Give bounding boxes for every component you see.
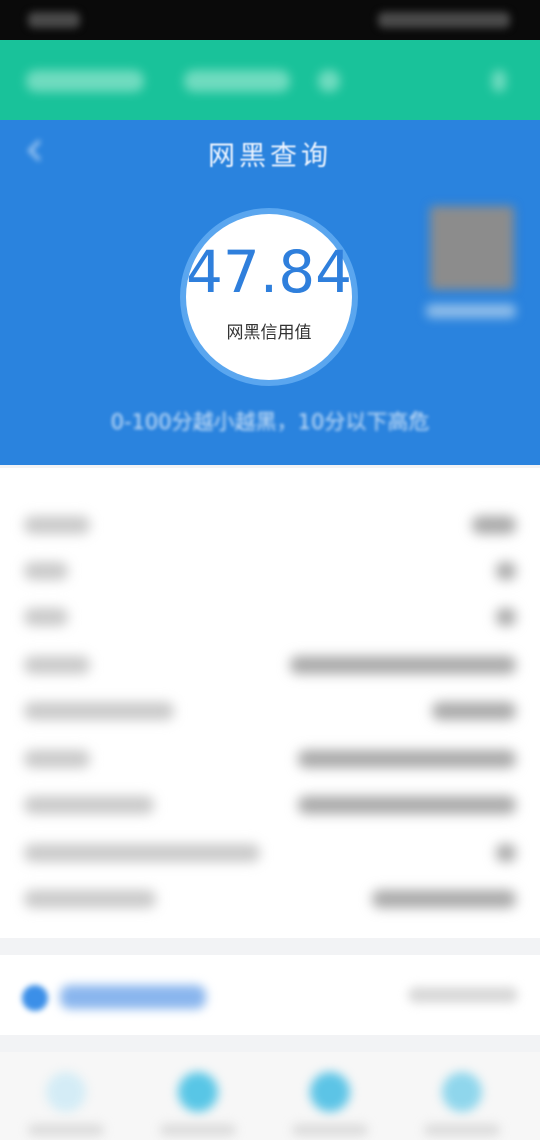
info-key — [24, 516, 90, 534]
info-key — [24, 562, 68, 580]
tab-icon — [310, 1072, 350, 1112]
info-key — [24, 890, 156, 908]
info-value — [372, 890, 516, 908]
page-title: 网黑查询 — [208, 141, 332, 172]
tab-label — [424, 1124, 500, 1136]
status-bar — [0, 0, 540, 40]
info-value — [496, 844, 516, 862]
info-row — [0, 548, 540, 594]
tab-label — [160, 1124, 236, 1136]
info-value — [496, 562, 516, 580]
info-key — [24, 608, 68, 626]
section-more-link[interactable] — [408, 987, 518, 1003]
section-title — [60, 985, 206, 1009]
info-row — [0, 688, 540, 734]
info-key — [24, 796, 154, 814]
tab-strip-item[interactable] — [492, 70, 506, 92]
qr-code-icon[interactable] — [430, 206, 514, 290]
tab-strip-item[interactable] — [184, 70, 290, 92]
info-row — [0, 782, 540, 828]
info-value — [432, 702, 516, 720]
credit-score-value: 47.84 — [186, 238, 353, 306]
credit-score-label: 网黑信用值 — [226, 323, 312, 343]
bottom-tab[interactable] — [270, 1066, 390, 1136]
info-row — [0, 736, 540, 782]
info-key — [24, 702, 174, 720]
info-row — [0, 502, 540, 548]
info-key — [24, 750, 90, 768]
status-time — [28, 12, 80, 28]
bottom-tab[interactable] — [138, 1066, 258, 1136]
app-tab-strip — [0, 40, 540, 120]
tab-icon — [178, 1072, 218, 1112]
score-hint: 0-100分越小越黑，10分以下高危 — [110, 410, 430, 434]
info-value — [298, 750, 516, 768]
bottom-tab[interactable] — [402, 1066, 522, 1136]
qr-code-caption — [426, 304, 516, 318]
result-header: 网黑查询 47.84 网黑信用值 0-100分越小越黑，10分以下高危 — [0, 120, 540, 465]
info-row — [0, 830, 540, 876]
tab-icon — [46, 1072, 86, 1112]
info-value — [298, 796, 516, 814]
tab-strip-item[interactable] — [26, 70, 144, 92]
info-row — [0, 876, 540, 922]
bottom-tab[interactable] — [6, 1066, 126, 1136]
section-header — [0, 955, 540, 1035]
status-icons — [378, 12, 510, 28]
info-value — [496, 608, 516, 626]
tab-label — [28, 1124, 104, 1136]
section-icon — [22, 985, 48, 1011]
info-key — [24, 656, 90, 674]
info-key — [24, 844, 260, 862]
info-row — [0, 594, 540, 640]
info-value — [290, 656, 516, 674]
info-list — [0, 468, 540, 938]
tab-icon — [442, 1072, 482, 1112]
bottom-tab-bar — [0, 1052, 540, 1140]
tab-label — [292, 1124, 368, 1136]
info-value — [472, 516, 516, 534]
tab-strip-item[interactable] — [318, 70, 340, 92]
info-row — [0, 642, 540, 688]
